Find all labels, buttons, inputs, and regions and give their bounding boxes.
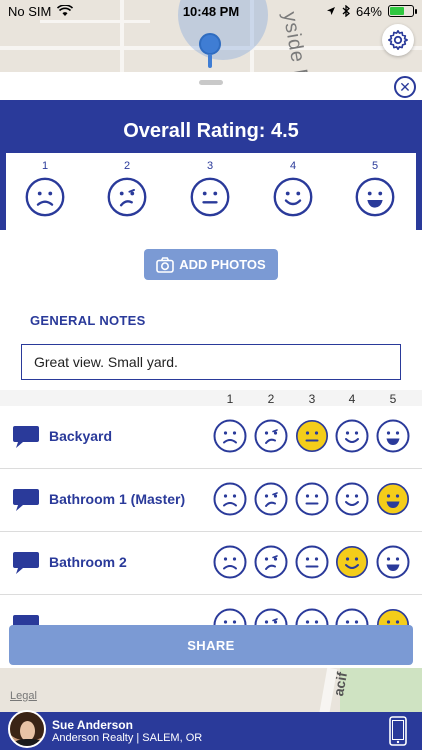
neutral-face-icon <box>295 419 329 453</box>
room-rating-option-3[interactable] <box>295 419 329 458</box>
wifi-icon <box>57 5 74 16</box>
room-rating-option-4[interactable] <box>335 545 369 584</box>
general-notes-label: GENERAL NOTES <box>30 313 146 328</box>
room-rating-option-2[interactable] <box>254 419 288 458</box>
sad-face-icon <box>213 419 247 453</box>
share-button[interactable]: SHARE <box>9 625 413 665</box>
room-rating-option-2[interactable] <box>254 482 288 521</box>
rating-column-2: 2 <box>267 392 275 406</box>
overall-rating-title: Overall Rating: 4.5 <box>123 120 299 142</box>
drag-handle[interactable] <box>199 80 223 85</box>
close-button[interactable]: ✕ <box>394 76 416 98</box>
sad-face-icon <box>213 482 247 516</box>
agent-name: Sue Anderson <box>52 718 133 732</box>
room-rating-list[interactable]: Backyard Bathroom 1 (Master) Bathroom 2 <box>0 406 422 636</box>
room-rating-option-2[interactable] <box>254 545 288 584</box>
overall-rating-option-4[interactable]: 4 <box>268 160 318 217</box>
general-notes-field[interactable]: Great view. Small yard. <box>21 344 401 380</box>
smile-face-icon <box>335 482 369 516</box>
close-icon: ✕ <box>399 79 411 95</box>
rating-column-4: 4 <box>348 392 356 406</box>
settings-button[interactable] <box>382 24 414 56</box>
rating-column-5: 5 <box>389 392 397 406</box>
room-rating-option-5[interactable] <box>376 419 410 458</box>
room-rating-row: Backyard <box>0 406 422 469</box>
map-view-bottom[interactable]: acif Legal <box>0 668 422 712</box>
smile-face-icon <box>335 419 369 453</box>
rating-option-number: 4 <box>289 160 297 172</box>
phone-icon[interactable] <box>388 716 408 746</box>
confused-face-icon <box>254 419 288 453</box>
location-arrow-icon <box>326 7 335 15</box>
avatar <box>8 710 46 748</box>
confused-face-icon <box>254 545 288 579</box>
room-rating-option-3[interactable] <box>295 545 329 584</box>
room-rating-option-3[interactable] <box>295 482 329 521</box>
battery-percent: 64% <box>355 3 382 19</box>
rating-column-header: 1 2 3 4 5 <box>0 390 422 406</box>
comment-icon[interactable] <box>12 487 40 513</box>
rating-option-number: 3 <box>206 160 214 172</box>
overall-rating-selector: 1 2 3 4 5 <box>6 153 416 230</box>
grin-face-icon <box>376 419 410 453</box>
grin-face-icon <box>376 545 410 579</box>
gear-icon <box>388 30 408 50</box>
agent-company: Anderson Realty | SALEM, OR <box>52 732 203 744</box>
carrier-label: No SIM <box>8 3 52 19</box>
overall-rating-panel: Overall Rating: 4.5 1 2 3 4 5 <box>0 100 422 230</box>
rating-option-number: 2 <box>123 160 131 172</box>
legal-link[interactable]: Legal <box>10 690 37 702</box>
add-photos-label: ADD PHOTOS <box>179 257 266 272</box>
add-photos-button[interactable]: ADD PHOTOS <box>144 249 278 280</box>
overall-rating-option-1[interactable]: 1 <box>20 160 70 217</box>
rating-column-3: 3 <box>308 392 316 406</box>
smile-face-icon <box>273 177 313 217</box>
sad-face-icon <box>213 545 247 579</box>
confused-face-icon <box>107 177 147 217</box>
room-rating-option-5[interactable] <box>376 545 410 584</box>
room-rating-option-4[interactable] <box>335 419 369 458</box>
bluetooth-icon <box>342 5 350 17</box>
grin-face-icon <box>376 482 410 516</box>
room-name: Bathroom 1 (Master) <box>49 491 186 507</box>
neutral-face-icon <box>190 177 230 217</box>
room-name: Backyard <box>49 428 113 444</box>
location-pin-icon[interactable] <box>199 33 221 55</box>
comment-icon[interactable] <box>12 550 40 576</box>
confused-face-icon <box>254 482 288 516</box>
neutral-face-icon <box>295 482 329 516</box>
neutral-face-icon <box>295 545 329 579</box>
rating-option-number: 5 <box>371 160 379 172</box>
smile-face-icon <box>335 545 369 579</box>
battery-icon <box>388 5 417 17</box>
overall-rating-option-3[interactable]: 3 <box>185 160 235 217</box>
room-rating-option-1[interactable] <box>213 482 247 521</box>
status-bar: No SIM 10:48 PM 64% <box>0 0 422 22</box>
comment-icon[interactable] <box>12 424 40 450</box>
room-rating-row: Bathroom 1 (Master) <box>0 469 422 532</box>
overall-rating-option-2[interactable]: 2 <box>102 160 152 217</box>
room-rating-option-5[interactable] <box>376 482 410 521</box>
room-rating-row: Bathroom 2 <box>0 532 422 595</box>
overall-rating-option-5[interactable]: 5 <box>350 160 400 217</box>
sad-face-icon <box>25 177 65 217</box>
rating-sheet: ✕ Overall Rating: 4.5 1 2 3 4 5 ADD PHOTOS G… <box>0 72 422 668</box>
room-rating-option-1[interactable] <box>213 545 247 584</box>
room-name: Bathroom 2 <box>49 554 127 570</box>
room-rating-option-1[interactable] <box>213 419 247 458</box>
rating-column-1: 1 <box>226 392 234 406</box>
room-rating-option-4[interactable] <box>335 482 369 521</box>
camera-icon <box>156 256 175 273</box>
agent-bar[interactable]: Sue Anderson Anderson Realty | SALEM, OR <box>0 710 422 750</box>
rating-option-number: 1 <box>41 160 49 172</box>
grin-face-icon <box>355 177 395 217</box>
